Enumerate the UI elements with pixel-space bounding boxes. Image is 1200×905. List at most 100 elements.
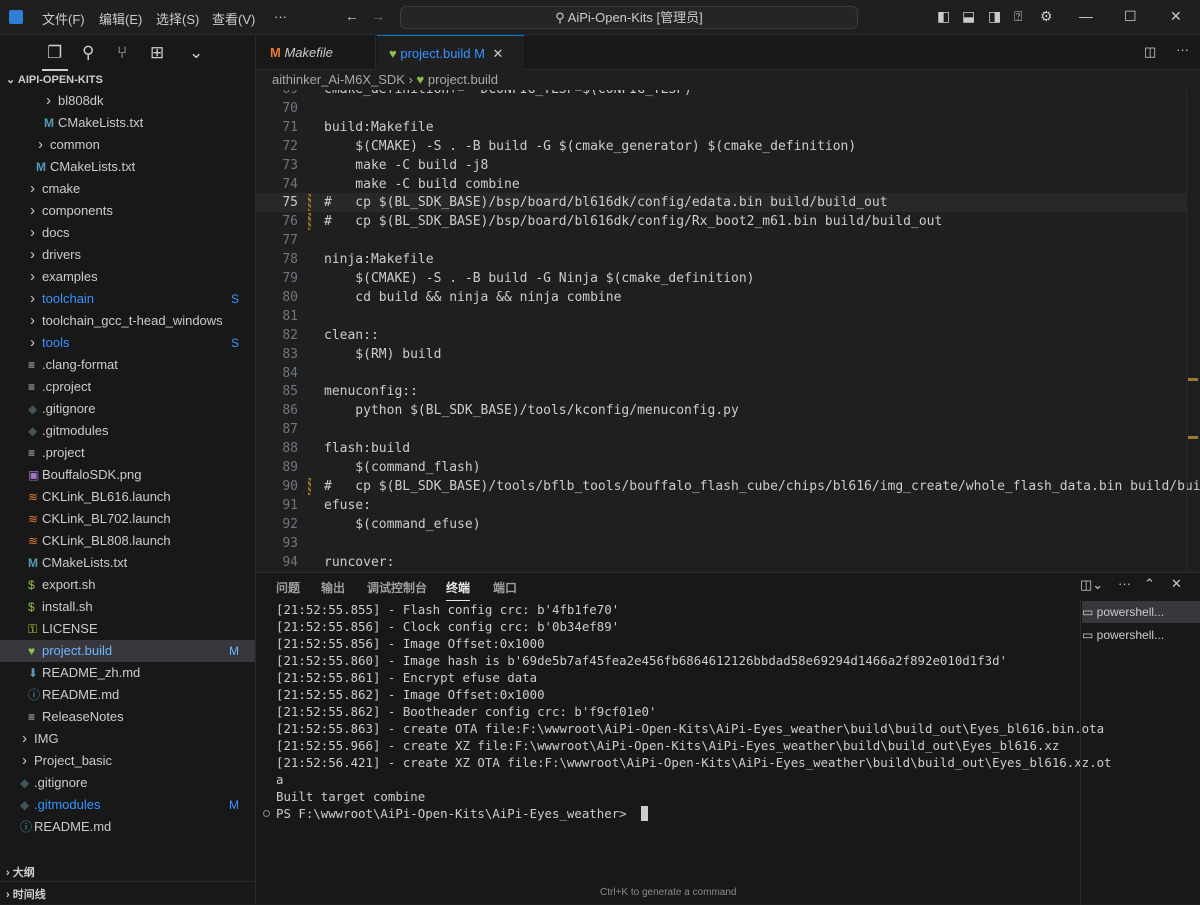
folder-item[interactable]: › docs <box>0 222 255 244</box>
close-window-icon[interactable]: ✕ <box>1170 8 1182 25</box>
file-item[interactable]: ♥ project.build M <box>0 640 255 662</box>
folder-item[interactable]: › toolchain_gcc_t-head_windows <box>0 310 255 332</box>
folder-item[interactable]: › bl808dk <box>0 90 255 112</box>
terminal-line: [21:52:55.966] - create XZ file:F:\wwwro… <box>276 738 1060 753</box>
folder-item[interactable]: › IMG <box>0 728 255 750</box>
editor-scrollbar[interactable] <box>1186 90 1200 572</box>
back-arrow-icon[interactable]: ← <box>345 8 359 24</box>
maximize-panel-icon[interactable]: ⌃ <box>1144 576 1155 592</box>
code-line: 77 <box>256 231 1186 250</box>
minimize-icon[interactable]: — <box>1079 8 1093 24</box>
code-text: $(CMAKE) -S . -B build -G Ninja $(cmake_… <box>324 271 755 286</box>
item-label: export.sh <box>42 577 96 592</box>
file-item[interactable]: $ export.sh <box>0 574 255 596</box>
panel-tab[interactable]: 问题 <box>276 579 300 596</box>
toggle-sidebar-icon[interactable]: ◧ <box>937 8 950 25</box>
explorer-root[interactable]: ⌄ AIPI-OPEN-KITS <box>6 73 103 86</box>
file-item[interactable]: ⓘ README.md <box>0 684 255 706</box>
more-actions-icon[interactable]: ··· <box>1176 42 1189 57</box>
file-item[interactable]: ≡ ReleaseNotes <box>0 706 255 728</box>
file-item[interactable]: ◆ .gitignore <box>0 398 255 420</box>
item-label: install.sh <box>42 599 93 614</box>
file-item[interactable]: ◆ .gitignore <box>0 772 255 794</box>
menu-selection[interactable]: 选择(S) <box>156 9 199 28</box>
folder-item[interactable]: › cmake <box>0 178 255 200</box>
breadcrumb-folder[interactable]: aithinker_Ai-M6X_SDK <box>272 72 405 87</box>
info-icon: ⓘ <box>28 688 41 702</box>
file-item[interactable]: ⚿ LICENSE <box>0 618 255 640</box>
split-editor-icon[interactable]: ◫ <box>1144 44 1156 60</box>
menu-edit[interactable]: 编辑(E) <box>99 9 142 28</box>
folder-item[interactable]: › Project_basic <box>0 750 255 772</box>
file-item[interactable]: ≡ .clang-format <box>0 354 255 376</box>
item-label: tools <box>42 335 70 350</box>
outline-label: 大纲 <box>12 867 35 879</box>
file-item[interactable]: ◆ .gitmodules M <box>0 794 255 816</box>
panel-tab[interactable]: 调试控制台 <box>367 579 427 596</box>
extensions-icon[interactable]: ⊞ <box>150 43 164 63</box>
toggle-secondary-sidebar-icon[interactable]: ◨ <box>988 8 1001 25</box>
folder-item[interactable]: › tools S <box>0 332 255 354</box>
command-center-search[interactable]: ⚲ AiPi-Open-Kits [管理员] <box>400 6 858 29</box>
item-label: README.md <box>34 819 112 834</box>
breadcrumb-file[interactable]: project.build <box>428 72 498 87</box>
file-item[interactable]: $ install.sh <box>0 596 255 618</box>
chevron-right-icon: › <box>30 290 35 307</box>
gear-icon[interactable]: ⚙ <box>1040 8 1053 25</box>
file-item[interactable]: ◆ .gitmodules <box>0 420 255 442</box>
lines-icon: ≡ <box>28 380 36 394</box>
explorer-icon[interactable]: ❐ <box>47 43 62 63</box>
file-item[interactable]: ⓘ README.md <box>0 816 255 838</box>
file-item[interactable]: M CMakeLists.txt <box>0 552 255 574</box>
more-actions-icon[interactable]: ··· <box>1118 576 1131 591</box>
code-line: 72 $(CMAKE) -S . -B build -G $(cmake_gen… <box>256 137 1186 156</box>
forward-arrow-icon[interactable]: → <box>371 8 385 24</box>
close-panel-icon[interactable]: ✕ <box>1171 576 1182 592</box>
close-tab-icon[interactable]: ✕ <box>493 46 504 61</box>
tab-makefile[interactable]: M Makefile <box>256 35 376 70</box>
item-label: ReleaseNotes <box>42 709 124 724</box>
menu-more[interactable]: ··· <box>274 9 287 24</box>
terminal-instance-1[interactable]: ▭ powershell... <box>1082 601 1200 623</box>
file-item[interactable]: M CMakeLists.txt <box>0 156 255 178</box>
terminal-instance-2[interactable]: ▭ powershell... <box>1082 624 1200 646</box>
tab-project-build[interactable]: ♥ project.build M ✕ <box>377 35 524 70</box>
panel-tab[interactable]: 终端 <box>446 579 471 601</box>
file-item[interactable]: ⬇ README_zh.md <box>0 662 255 684</box>
file-item[interactable]: ▣ BouffaloSDK.png <box>0 464 255 486</box>
panel-tab[interactable]: 输出 <box>321 579 345 596</box>
file-item[interactable]: M CMakeLists.txt <box>0 112 255 134</box>
folder-item[interactable]: › examples <box>0 266 255 288</box>
folder-item[interactable]: › drivers <box>0 244 255 266</box>
download-icon: ⬇ <box>28 666 39 680</box>
folder-item[interactable]: › components <box>0 200 255 222</box>
file-item[interactable]: ≋ CKLink_BL702.launch <box>0 508 255 530</box>
item-label: CKLink_BL808.launch <box>42 533 171 548</box>
outline-section[interactable]: › 大纲 <box>6 864 35 880</box>
file-item[interactable]: ≋ CKLink_BL616.launch <box>0 486 255 508</box>
code-text: cmake_definition+= -DCONFIG_TLSF=$(CONFI… <box>324 90 692 99</box>
timeline-section[interactable]: › 时间线 <box>6 886 46 902</box>
menu-file[interactable]: 文件(F) <box>42 9 85 28</box>
split-terminal-icon[interactable]: ◫⌄ <box>1080 577 1103 593</box>
panel-tab[interactable]: 端口 <box>493 579 517 596</box>
chevron-down-icon[interactable]: ⌄ <box>189 43 203 63</box>
file-item[interactable]: ≡ .project <box>0 442 255 464</box>
terminal-icon: ▭ <box>1082 628 1097 642</box>
source-control-icon[interactable]: ⑂ <box>117 43 127 63</box>
menu-view[interactable]: 查看(V) <box>212 9 255 28</box>
feedback-icon[interactable]: ⍰ <box>1014 8 1022 25</box>
search-icon[interactable]: ⚲ <box>82 43 94 63</box>
toggle-panel-icon[interactable]: ⬓ <box>962 8 975 25</box>
code-text: efuse: <box>324 497 371 513</box>
code-editor[interactable]: 69 cmake_definition+= -DCONFIG_TLSF=$(CON… <box>256 90 1200 572</box>
item-label: CKLink_BL702.launch <box>42 511 171 526</box>
file-item[interactable]: ≡ .cproject <box>0 376 255 398</box>
code-text: build:Makefile <box>324 119 434 135</box>
folder-item[interactable]: › common <box>0 134 255 156</box>
folder-item[interactable]: › toolchain S <box>0 288 255 310</box>
item-label: drivers <box>42 247 82 262</box>
file-item[interactable]: ≋ CKLink_BL808.launch <box>0 530 255 552</box>
maximize-icon[interactable]: ☐ <box>1124 8 1137 25</box>
status-badge: M <box>229 798 239 812</box>
